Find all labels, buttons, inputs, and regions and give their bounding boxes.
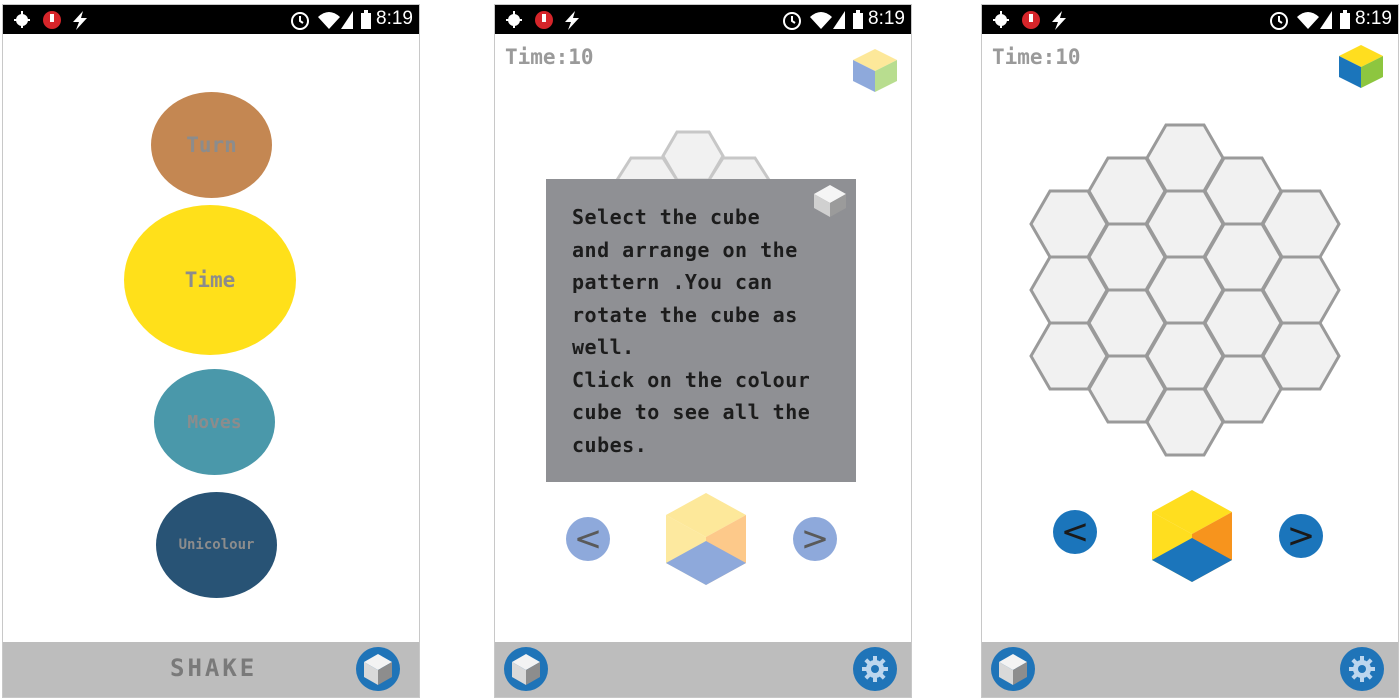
bottom-bar xyxy=(495,642,911,697)
status-time: 8:19 xyxy=(1355,8,1392,29)
unicolour-label: Unicolour xyxy=(178,537,255,553)
record-icon xyxy=(43,11,61,29)
gear-icon xyxy=(862,656,888,682)
flash-icon xyxy=(565,11,579,30)
alarm-icon xyxy=(783,12,801,30)
status-bar: 8:19 xyxy=(3,5,419,34)
cube-icon xyxy=(364,654,392,685)
alarm-icon xyxy=(291,12,309,30)
timer-label: Time:10 xyxy=(505,45,594,69)
current-cube[interactable] xyxy=(663,491,749,587)
instructions-dialog: Select the cube and arrange on the patte… xyxy=(546,179,856,482)
flash-icon xyxy=(1052,11,1066,30)
next-arrow-icon: > xyxy=(800,519,830,559)
record-icon xyxy=(535,11,553,29)
flash-icon xyxy=(73,11,87,30)
status-time: 8:19 xyxy=(376,8,413,29)
signal-icon xyxy=(341,11,353,29)
cube-button[interactable] xyxy=(504,647,548,691)
hex-board[interactable] xyxy=(1027,115,1347,465)
instructions-screen: 8:19 Time:10 Select the cube and arrange… xyxy=(494,4,912,698)
timer-label: Time:10 xyxy=(992,45,1081,69)
battery-icon xyxy=(1340,10,1350,29)
next-cube-button[interactable]: > xyxy=(793,517,837,561)
time-mode-button[interactable]: Time xyxy=(124,205,296,355)
turn-label: Turn xyxy=(186,133,237,157)
time-label: Time xyxy=(184,268,236,292)
next-cube-button[interactable]: > xyxy=(1279,514,1323,558)
turn-mode-button[interactable]: Turn xyxy=(151,92,272,198)
current-cube[interactable] xyxy=(1149,488,1235,584)
prev-arrow-icon: < xyxy=(573,519,603,559)
unicolour-mode-button[interactable]: Unicolour xyxy=(156,492,277,598)
close-cube-icon[interactable] xyxy=(811,183,849,219)
alarm-icon xyxy=(1270,12,1288,30)
colour-cube-icon[interactable] xyxy=(850,47,900,93)
record-icon xyxy=(1022,11,1040,29)
shake-label: SHAKE xyxy=(170,654,258,682)
main-menu-screen: 8:19 Turn Time Moves Unicolour SHAKE xyxy=(2,4,420,698)
signal-icon xyxy=(1320,11,1332,29)
bottom-bar xyxy=(982,642,1398,697)
cube-icon xyxy=(999,654,1027,685)
next-arrow-icon: > xyxy=(1286,516,1316,556)
signal-icon xyxy=(833,11,845,29)
game-board-screen: 8:19 Time:10 < > xyxy=(981,4,1399,698)
cube-icon xyxy=(512,654,540,685)
moves-label: Moves xyxy=(187,411,242,433)
gear-icon xyxy=(1349,656,1375,682)
settings-button[interactable] xyxy=(1340,647,1384,691)
prev-cube-button[interactable]: < xyxy=(1053,510,1097,554)
battery-icon xyxy=(361,10,371,29)
battery-icon xyxy=(853,10,863,29)
instructions-text: Select the cube and arrange on the patte… xyxy=(572,205,811,457)
cube-button[interactable] xyxy=(991,647,1035,691)
android-debug-icon xyxy=(993,11,1009,28)
android-debug-icon xyxy=(14,11,30,28)
prev-cube-button[interactable]: < xyxy=(566,517,610,561)
status-time: 8:19 xyxy=(868,8,905,29)
android-debug-icon xyxy=(506,11,522,28)
status-bar: 8:19 xyxy=(495,5,911,34)
bottom-bar: SHAKE xyxy=(3,642,419,697)
cube-button[interactable] xyxy=(356,647,400,691)
colour-cube-icon[interactable] xyxy=(1336,43,1386,89)
prev-arrow-icon: < xyxy=(1060,512,1090,552)
moves-mode-button[interactable]: Moves xyxy=(154,369,275,475)
settings-button[interactable] xyxy=(853,647,897,691)
status-bar: 8:19 xyxy=(982,5,1398,34)
